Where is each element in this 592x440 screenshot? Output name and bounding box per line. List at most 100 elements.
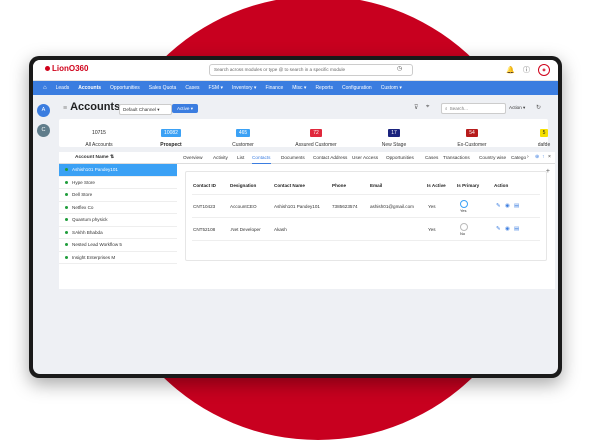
nav-misc[interactable]: Misc ▾: [292, 85, 306, 91]
stat-prospect[interactable]: 10082 Prospect: [141, 121, 201, 148]
account-name: Nested Lead Workflow 5: [72, 242, 122, 247]
tab-contacts[interactable]: Contacts: [252, 152, 271, 164]
sort-icon[interactable]: ⇅: [110, 155, 114, 160]
col-contact-id[interactable]: Contact ID: [193, 183, 216, 188]
account-list: Account Name ⇅ Ashish101 Pandey101 Hype …: [59, 152, 177, 289]
cell-contact-name: Akash: [274, 227, 287, 232]
nav-reports[interactable]: Reports: [315, 85, 333, 91]
delete-icon[interactable]: ▤: [514, 203, 519, 209]
tab-user-access[interactable]: User Access: [352, 152, 378, 163]
detail-panel: Overview Activity List Contacts Document…: [177, 152, 555, 289]
nav-fsm[interactable]: FSM ▾: [209, 85, 223, 91]
nav-opportunities[interactable]: Opportunities: [110, 85, 140, 91]
page-title: ≡Accounts ▾: [63, 101, 127, 113]
col-is-active[interactable]: Is Active: [427, 183, 446, 188]
tab-category[interactable]: Catego: [511, 152, 526, 163]
edit-icon[interactable]: ✎: [496, 203, 501, 209]
tab-activity[interactable]: Activity: [213, 152, 228, 163]
chevron-right-icon[interactable]: ›: [527, 154, 529, 160]
col-email[interactable]: Email: [370, 183, 382, 188]
home-icon[interactable]: ⌂: [43, 85, 47, 91]
nav-accounts[interactable]: Accounts: [78, 85, 101, 91]
cell-email: ashish01@gmail.com: [370, 204, 414, 209]
account-row[interactable]: Ashish101 Pandey101: [59, 164, 177, 177]
stat-label: Ex-Customer: [457, 142, 487, 148]
nav-leads[interactable]: Leads: [56, 85, 70, 91]
tab-contact-address[interactable]: Contact Address: [313, 152, 347, 163]
upload-icon[interactable]: ↑: [542, 154, 545, 160]
col-phone[interactable]: Phone: [332, 183, 346, 188]
account-row[interactable]: Nested Lead Workflow 5: [59, 239, 177, 252]
account-search-input[interactable]: ⌕ Search...: [441, 103, 506, 114]
nav-sales-quota[interactable]: Sales Quota: [149, 85, 177, 91]
side-button-c[interactable]: C: [37, 124, 50, 137]
refresh-icon[interactable]: ↻: [536, 104, 541, 111]
filter-icon[interactable]: ⊽: [414, 104, 418, 111]
col-action[interactable]: Action: [494, 183, 508, 188]
account-row[interactable]: SAkhh Bhabda: [59, 227, 177, 239]
account-row[interactable]: Hype Store: [59, 177, 177, 189]
close-icon[interactable]: ×: [548, 154, 551, 160]
cell-contact-id: CNT52108: [193, 227, 216, 232]
tab-country-wise[interactable]: Country wise: [479, 152, 506, 163]
nav-configuration[interactable]: Configuration: [342, 85, 372, 91]
account-row[interactable]: Netflex Co: [59, 202, 177, 214]
stat-new-stage[interactable]: 17 New Stage: [364, 121, 424, 148]
nav-cases[interactable]: Cases: [185, 85, 199, 91]
main-nav: ⌂ Leads Accounts Opportunities Sales Quo…: [33, 81, 558, 95]
page-title-text: Accounts: [70, 101, 121, 113]
tab-overview[interactable]: Overview: [183, 152, 203, 163]
stat-all-accounts[interactable]: 10715 All Accounts: [69, 121, 129, 148]
stat-value: 72: [310, 129, 322, 137]
side-button-a[interactable]: A: [37, 104, 50, 117]
stat-ex-customer[interactable]: 54 Ex-Customer: [442, 121, 502, 148]
menu-icon[interactable]: ≡: [63, 105, 67, 112]
tab-documents[interactable]: Documents: [281, 152, 305, 163]
account-list-header[interactable]: Account Name ⇅: [59, 152, 177, 164]
col-contact-name[interactable]: Contact Name: [274, 183, 305, 188]
stat-customer[interactable]: 465 Customer: [213, 121, 273, 148]
tab-opportunities[interactable]: Opportunities: [386, 152, 414, 163]
account-row[interactable]: Quantum physick: [59, 214, 177, 227]
status-dot: [65, 168, 68, 172]
tab-cases[interactable]: Cases: [425, 152, 438, 163]
primary-radio[interactable]: [460, 200, 468, 208]
app-screen: LionO360 Search across modules or type @…: [33, 60, 558, 374]
primary-radio[interactable]: [460, 223, 468, 231]
account-name: Ashish101 Pandey101: [72, 167, 118, 172]
stat-dafde[interactable]: 5 dafde: [514, 121, 558, 148]
tab-transactions[interactable]: Transactions: [443, 152, 470, 163]
view-icon[interactable]: ◉: [505, 226, 510, 232]
search-icon: ⌕: [445, 106, 448, 111]
add-circle-icon[interactable]: ⊕: [535, 154, 539, 160]
account-row[interactable]: Insight Enterprises M: [59, 252, 177, 264]
nav-inventory[interactable]: Inventory ▾: [232, 85, 256, 91]
clock-icon[interactable]: ◷: [397, 65, 402, 72]
user-avatar[interactable]: ◉: [538, 64, 550, 76]
help-icon[interactable]: ⓘ: [523, 65, 530, 75]
tag-icon[interactable]: ⌖: [426, 104, 429, 111]
bell-icon[interactable]: 🔔: [506, 66, 515, 74]
nav-finance[interactable]: Finance: [265, 85, 283, 91]
global-search-input[interactable]: Search across modules or type @ to searc…: [209, 64, 413, 76]
tab-list[interactable]: List: [237, 152, 244, 163]
cell-contact-name: Ashish101 Pandey101: [274, 204, 320, 209]
stat-assured-customer[interactable]: 72 Assured Customer: [286, 121, 346, 148]
view-icon[interactable]: ◉: [505, 203, 510, 209]
account-row[interactable]: Dell Store: [59, 189, 177, 202]
col-designation[interactable]: Designation: [230, 183, 256, 188]
stat-value: 465: [235, 129, 251, 137]
cell-designation: .Net Developer: [230, 227, 261, 232]
add-icon[interactable]: +: [546, 168, 550, 175]
delete-icon[interactable]: ▤: [514, 226, 519, 232]
nav-custom[interactable]: Custom ▾: [381, 85, 402, 91]
edit-icon[interactable]: ✎: [496, 226, 501, 232]
search-placeholder: Search...: [449, 106, 468, 111]
action-dropdown[interactable]: Action ▾: [509, 105, 525, 111]
stats-bar: 10715 All Accounts 10082 Prospect 465 Custo…: [59, 119, 550, 148]
account-name: Hype Store: [72, 179, 95, 185]
channel-select[interactable]: Default Channel ▾: [119, 104, 172, 115]
status-filter-button[interactable]: Active ▾: [172, 104, 198, 113]
col-is-primary[interactable]: Is Primary: [457, 183, 479, 188]
status-dot: [65, 218, 68, 222]
